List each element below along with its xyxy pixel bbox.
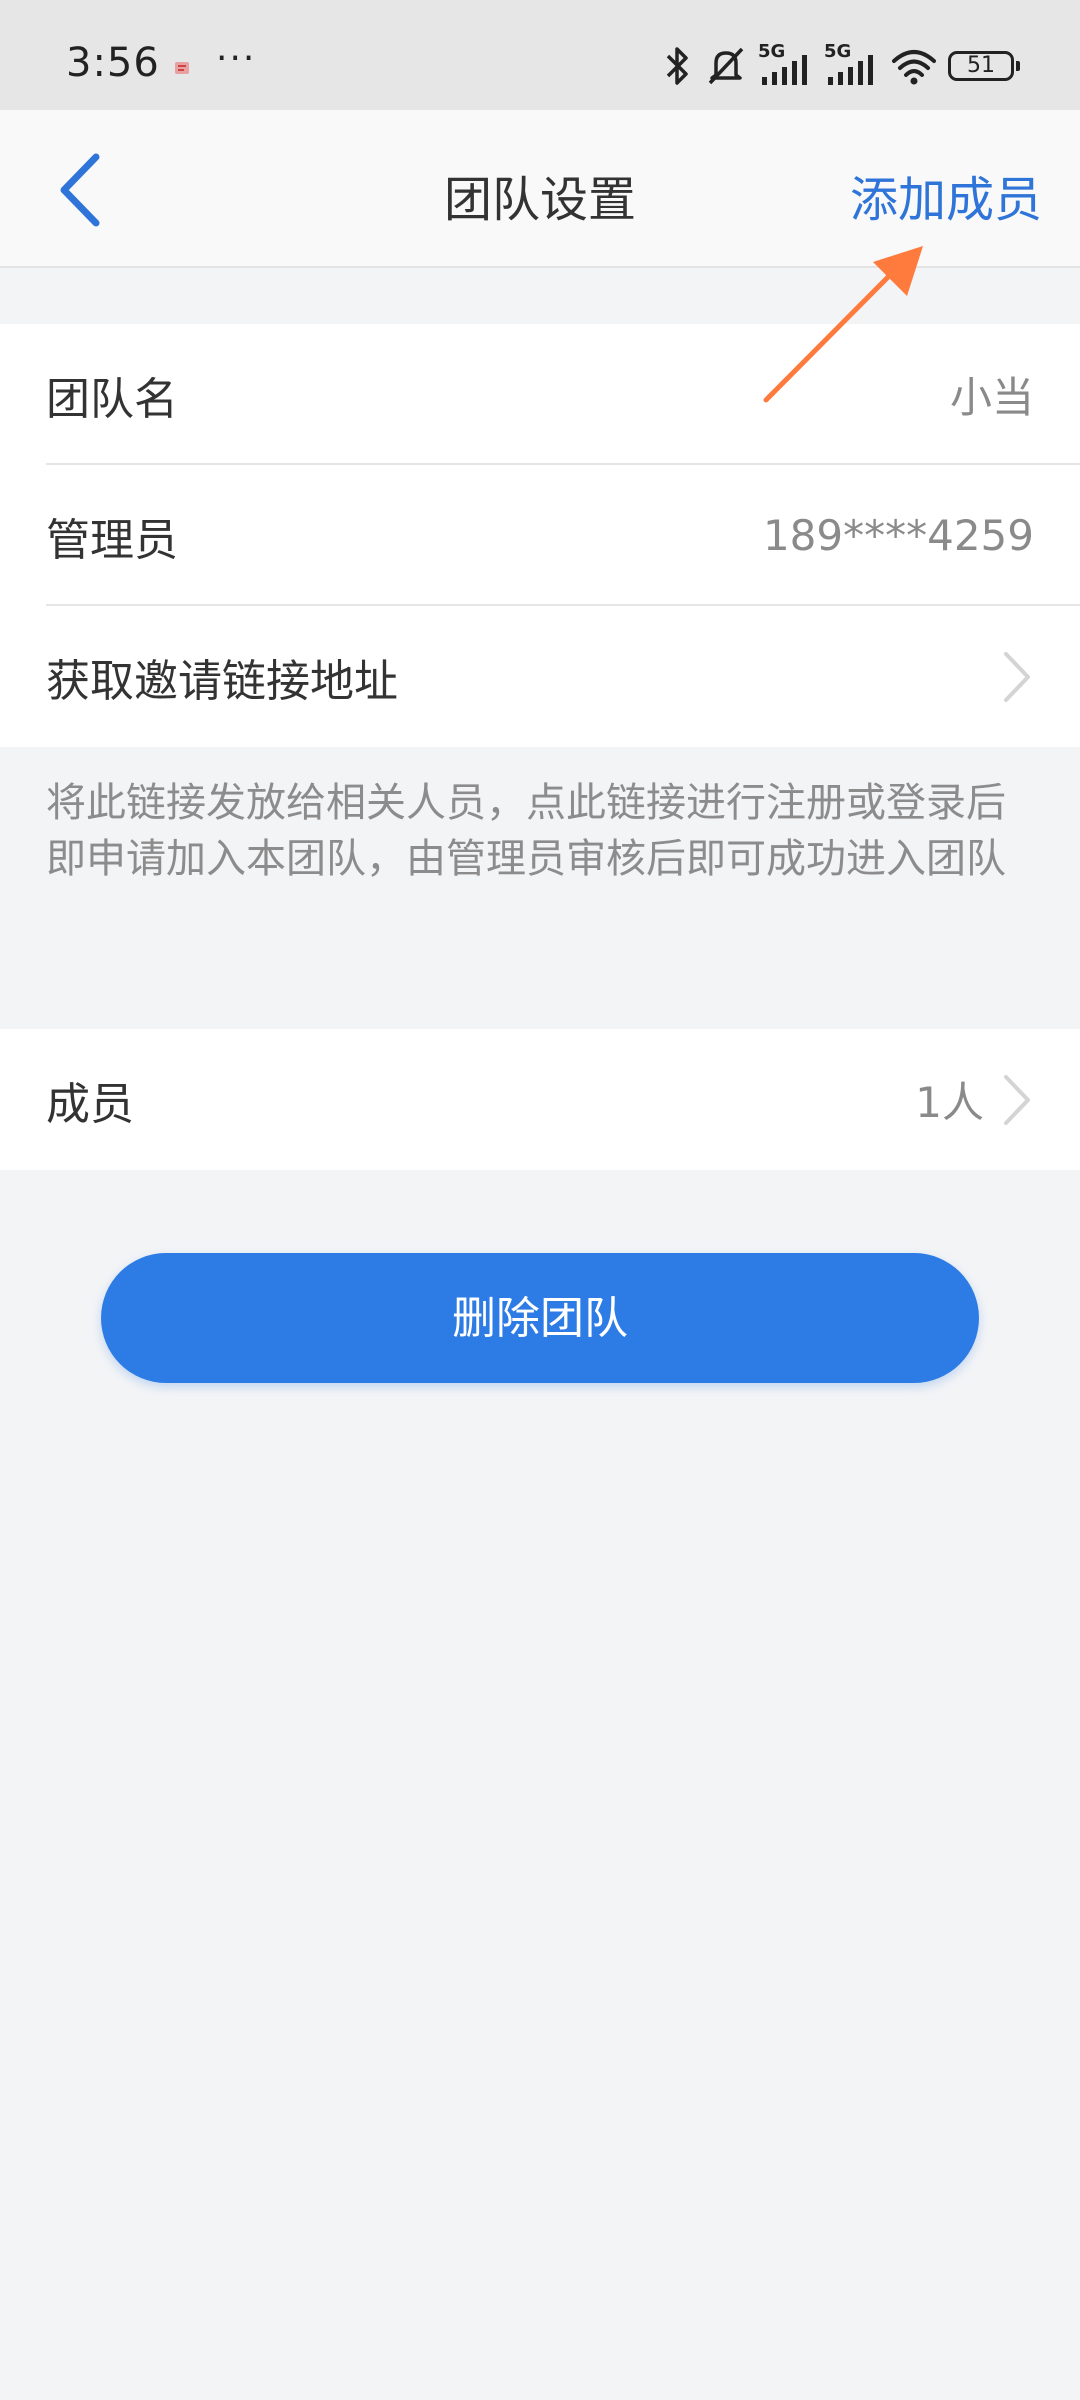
signal-strength-icon	[828, 55, 873, 85]
wifi-icon	[892, 50, 936, 85]
annotation-arrow-icon	[763, 246, 923, 403]
signal-strength-icon	[762, 55, 807, 85]
chevron-right-icon	[1004, 651, 1030, 702]
bluetooth-icon	[666, 47, 688, 85]
chevron-right-icon	[1004, 1074, 1030, 1125]
admin-row[interactable]: 管理员 189****4259	[0, 465, 1080, 606]
members-count: 1人	[915, 1078, 984, 1127]
members-row[interactable]: 成员 1人	[0, 1029, 1080, 1170]
battery-indicator: 51	[948, 51, 1020, 81]
team-name-value: 小当	[949, 373, 1034, 422]
add-member-button[interactable]: 添加成员	[850, 160, 1042, 230]
admin-label: 管理员	[46, 514, 178, 566]
more-notifications-icon: ···	[216, 38, 257, 79]
invite-link-row[interactable]: 获取邀请链接地址	[0, 606, 1080, 747]
status-time: 3:56	[66, 40, 160, 86]
invite-link-label: 获取邀请链接地址	[46, 655, 398, 707]
signal-2: 5G	[824, 41, 880, 87]
admin-value: 189****4259	[762, 511, 1034, 560]
signal-1: 5G	[758, 41, 814, 87]
delete-team-button[interactable]: 删除团队	[101, 1253, 979, 1383]
status-icons: 5G 5G 51	[660, 41, 1020, 88]
mute-icon	[708, 47, 744, 85]
app-notification-icon	[175, 62, 189, 74]
members-section: 成员 1人	[0, 1029, 1080, 1170]
members-label: 成员	[46, 1078, 134, 1130]
status-bar: 3:56 ··· 5G 5G 51	[0, 0, 1080, 110]
invite-hint-text: 将此链接发放给相关人员，点此链接进行注册或登录后即申请加入本团队，由管理员审核后…	[46, 780, 1006, 882]
